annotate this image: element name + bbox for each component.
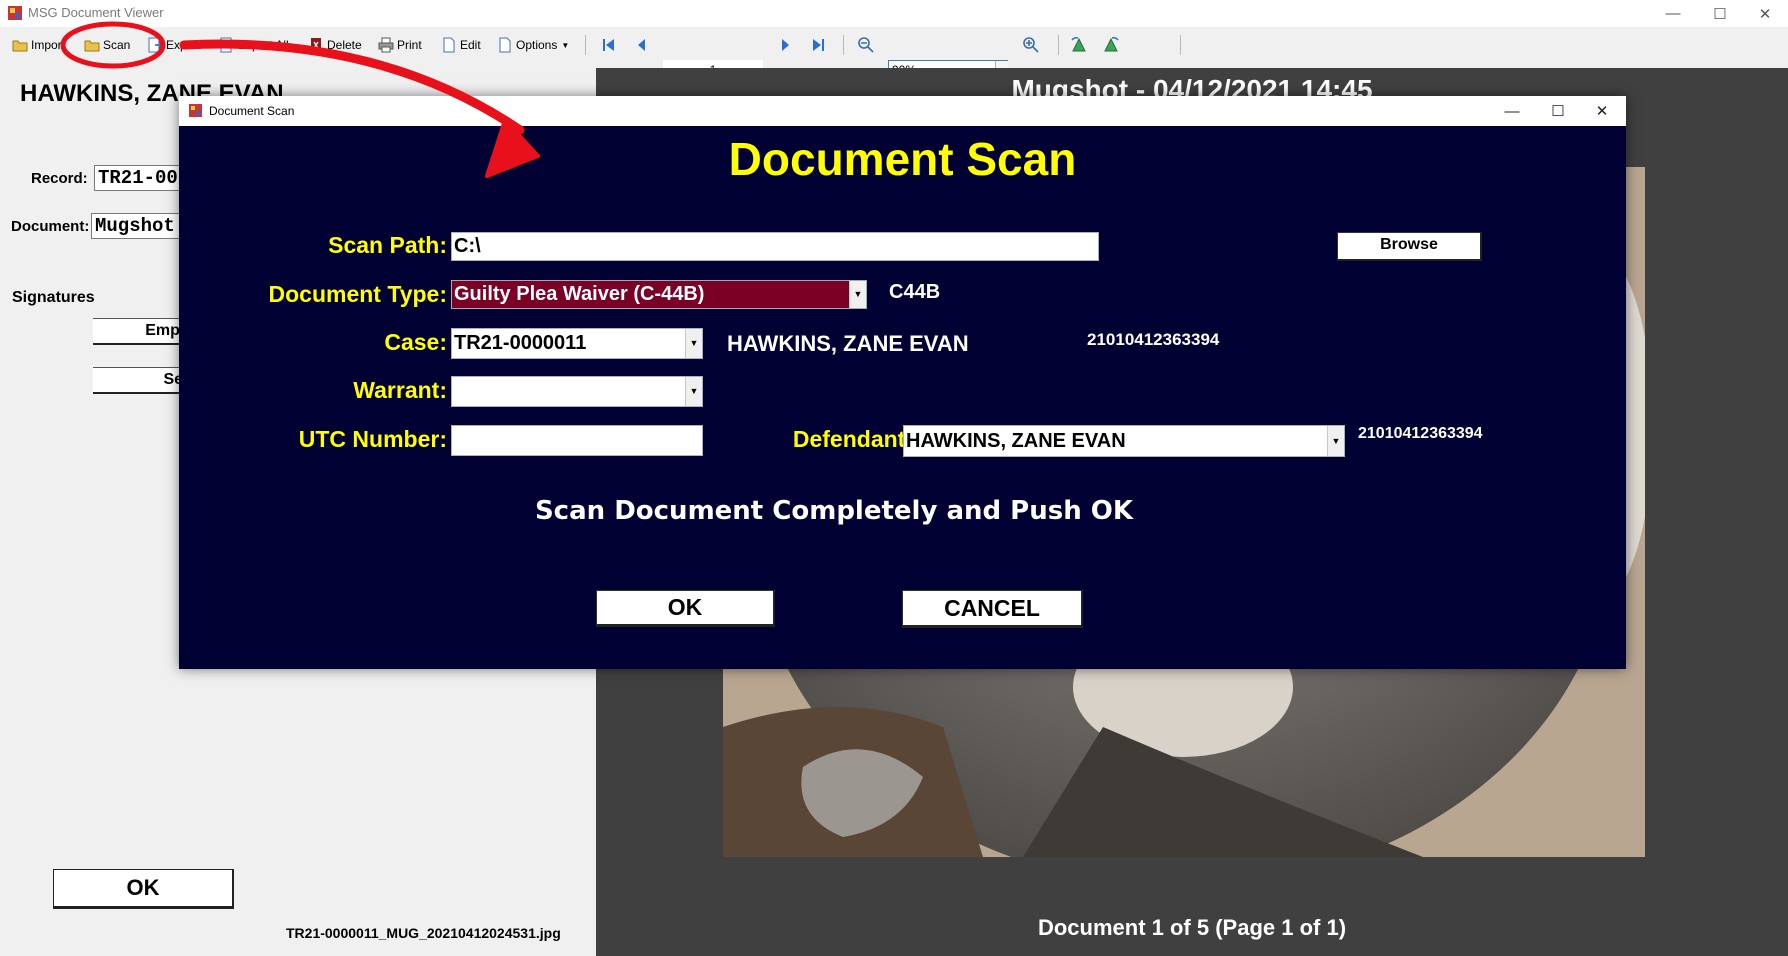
document-label: Document: xyxy=(11,218,90,235)
dialog-app-icon xyxy=(189,104,202,117)
export-label: Export xyxy=(166,38,201,52)
export-all-icon xyxy=(220,37,235,53)
export-all-button[interactable]: Export All xyxy=(219,34,289,56)
chevron-down-icon[interactable]: ▼ xyxy=(849,281,866,308)
close-icon: ✕ xyxy=(1758,5,1772,23)
utc-number-input[interactable] xyxy=(451,425,703,456)
document-type-label: Document Type: xyxy=(268,281,447,307)
chevron-down-icon[interactable]: ▼ xyxy=(685,377,702,406)
minimize-button[interactable]: — xyxy=(1650,0,1696,27)
document-scan-dialog: Document Scan — ☐ ✕ Document Scan Scan P… xyxy=(179,96,1626,669)
export-all-label: Export All xyxy=(238,38,289,52)
scan-folder-icon xyxy=(84,40,100,52)
window-title: MSG Document Viewer xyxy=(28,5,164,20)
window-titlebar: MSG Document Viewer — ☐ ✕ xyxy=(0,0,1788,27)
case-select[interactable]: TR21-0000011 ▼ xyxy=(451,328,703,359)
import-label: Import xyxy=(31,38,66,52)
scan-button[interactable]: Scan xyxy=(84,34,130,56)
folder-open-icon xyxy=(12,40,28,52)
record-label: Record: xyxy=(31,170,88,187)
edit-button[interactable]: Edit xyxy=(441,34,481,56)
file-name: TR21-0000011_MUG_20210412024531.jpg xyxy=(286,925,561,941)
delete-label: Delete xyxy=(327,38,362,52)
document-type-value: Guilty Plea Waiver (C-44B) xyxy=(454,283,705,305)
export-icon xyxy=(148,37,163,53)
options-document-icon xyxy=(499,37,511,53)
next-page-icon[interactable] xyxy=(776,36,794,54)
minimize-icon: — xyxy=(1504,102,1520,120)
defendant-value: HAWKINS, ZANE EVAN xyxy=(906,430,1126,452)
dialog-title: Document Scan xyxy=(209,104,295,118)
first-page-icon[interactable] xyxy=(600,36,618,54)
print-label: Print xyxy=(397,38,422,52)
export-button[interactable]: Export xyxy=(147,34,201,56)
previous-page-icon[interactable] xyxy=(633,36,651,54)
toolbar-separator xyxy=(1180,35,1181,55)
delete-icon xyxy=(311,38,321,52)
defendant-id-number: 21010412363394 xyxy=(1358,425,1483,442)
toolbar-separator xyxy=(843,35,844,55)
scan-path-input[interactable]: C:\ xyxy=(451,232,1099,261)
dialog-heading: Document Scan xyxy=(728,133,1077,185)
document-type-code: C44B xyxy=(889,281,941,303)
app-icon xyxy=(8,6,22,20)
scan-instruction: Scan Document Completely and Push OK xyxy=(534,496,1134,526)
dialog-minimize-button[interactable]: — xyxy=(1489,96,1535,126)
edit-label: Edit xyxy=(460,38,481,52)
case-label: Case: xyxy=(384,329,447,355)
case-value: TR21-0000011 xyxy=(454,332,587,354)
signatures-heading: Signatures xyxy=(12,289,95,306)
toolbar: Import Scan Export Export All Delete Pri… xyxy=(0,27,1788,81)
left-ok-button[interactable]: OK xyxy=(53,869,234,909)
options-button[interactable]: Options ▼ xyxy=(497,34,569,56)
delete-button[interactable]: Delete xyxy=(308,34,362,56)
browse-button[interactable]: Browse xyxy=(1337,232,1482,261)
scan-path-label: Scan Path: xyxy=(328,232,447,258)
rotate-right-icon[interactable] xyxy=(1102,36,1120,54)
dialog-maximize-button[interactable]: ☐ xyxy=(1535,96,1581,126)
options-label: Options xyxy=(516,38,558,52)
defendant-label: Defendant: xyxy=(792,426,913,452)
maximize-icon: ☐ xyxy=(1551,103,1565,120)
toolbar-separator xyxy=(1058,35,1059,55)
zoom-in-icon[interactable] xyxy=(1022,36,1040,54)
chevron-down-icon: ▼ xyxy=(561,40,570,50)
printer-icon xyxy=(378,37,394,53)
print-button[interactable]: Print xyxy=(378,34,422,56)
dialog-titlebar: Document Scan — ☐ ✕ xyxy=(179,96,1626,126)
import-button[interactable]: Import xyxy=(12,34,65,56)
dialog-ok-button[interactable]: OK xyxy=(596,590,775,627)
minimize-icon: — xyxy=(1665,5,1681,22)
case-id-number: 21010412363394 xyxy=(1087,330,1220,349)
chevron-down-icon[interactable]: ▼ xyxy=(685,329,702,358)
scan-label: Scan xyxy=(103,38,131,52)
chevron-down-icon[interactable]: ▼ xyxy=(1327,426,1344,456)
maximize-icon: ☐ xyxy=(1713,5,1727,23)
edit-document-icon xyxy=(443,37,455,53)
toolbar-separator xyxy=(585,35,586,55)
case-defendant-name: HAWKINS, ZANE EVAN xyxy=(727,331,969,356)
dialog-close-button[interactable]: ✕ xyxy=(1579,96,1625,126)
warrant-select[interactable]: ▼ xyxy=(451,376,703,407)
last-page-icon[interactable] xyxy=(809,36,827,54)
zoom-out-icon[interactable] xyxy=(857,36,875,54)
close-button[interactable]: ✕ xyxy=(1742,0,1788,27)
defendant-select[interactable]: HAWKINS, ZANE EVAN ▼ xyxy=(903,425,1345,457)
warrant-label: Warrant: xyxy=(353,377,447,403)
dialog-cancel-button[interactable]: CANCEL xyxy=(902,590,1083,628)
document-type-select[interactable]: Guilty Plea Waiver (C-44B) ▼ xyxy=(451,280,867,309)
maximize-button[interactable]: ☐ xyxy=(1697,0,1743,27)
utc-number-label: UTC Number: xyxy=(298,426,447,452)
rotate-left-icon[interactable] xyxy=(1070,36,1088,54)
close-icon: ✕ xyxy=(1595,103,1609,120)
document-page-counter: Document 1 of 5 (Page 1 of 1) xyxy=(1037,915,1347,940)
